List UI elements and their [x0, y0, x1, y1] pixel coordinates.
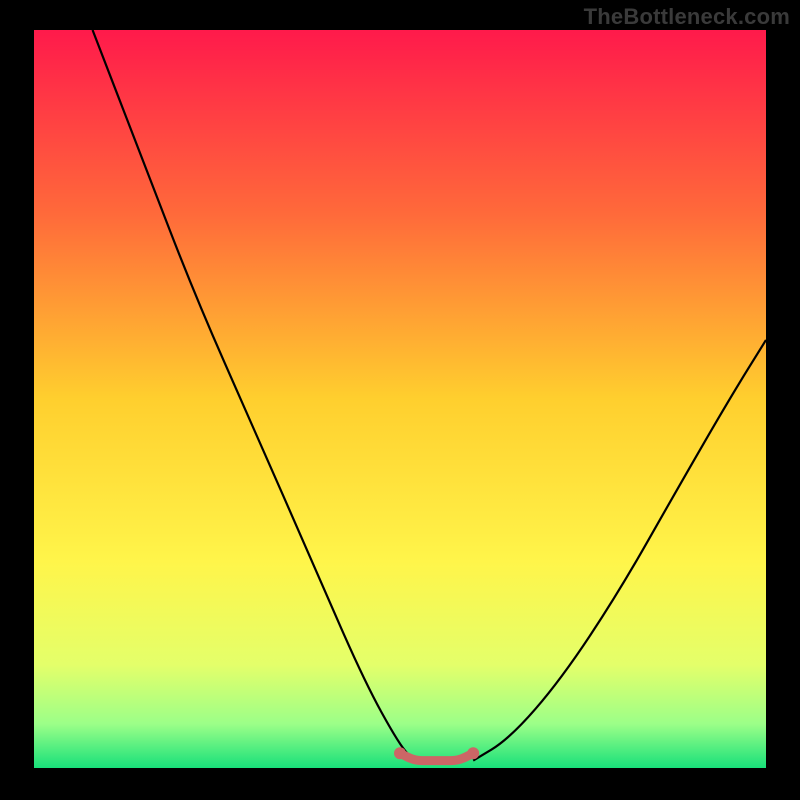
- chart-background: [34, 30, 766, 768]
- chart-frame: TheBottleneck.com: [0, 0, 800, 800]
- bottleneck-chart: [0, 0, 800, 800]
